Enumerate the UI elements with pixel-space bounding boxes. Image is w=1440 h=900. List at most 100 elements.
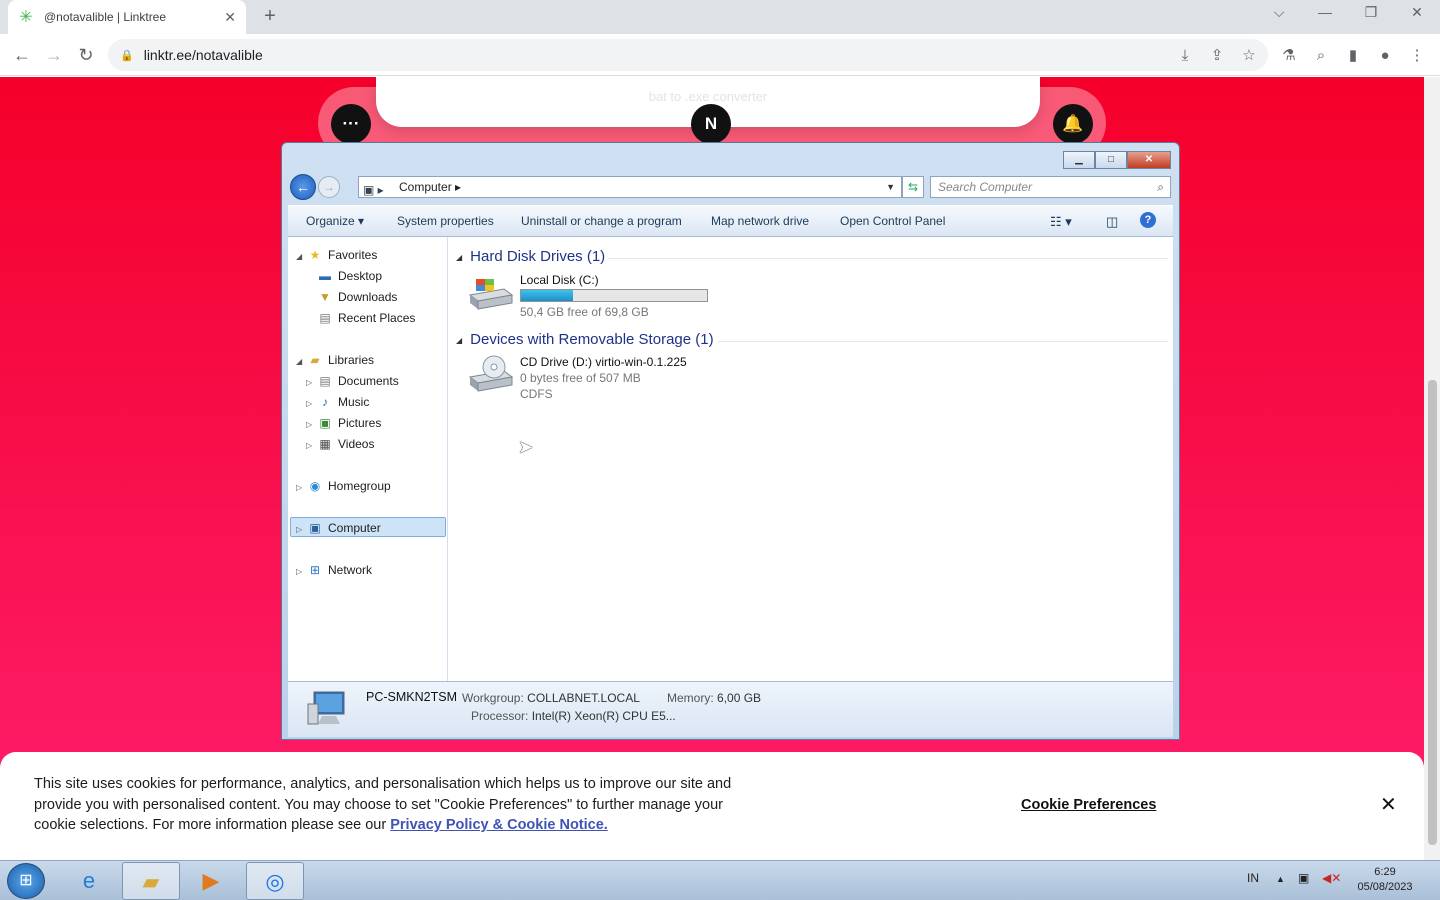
videos-icon: ▦: [319, 437, 331, 451]
change-view-icon[interactable]: ☷ ▾: [1050, 214, 1072, 230]
minimize-window-icon[interactable]: —: [1310, 4, 1340, 20]
breadcrumb-computer[interactable]: Computer: [399, 180, 452, 194]
desktop-icon: ▬: [319, 269, 331, 283]
system-clock[interactable]: 6:29 05/08/2023: [1350, 865, 1420, 895]
side-panel-icon[interactable]: ▮: [1342, 45, 1364, 67]
drive-c-free-space: 50,4 GB free of 69,8 GB: [520, 305, 649, 319]
uninstall-program-button[interactable]: Uninstall or change a program: [521, 214, 682, 228]
downloads-folder-icon: ▼: [319, 290, 331, 304]
details-pane: PC-SMKN2TSM Workgroup: COLLABNET.LOCAL M…: [288, 681, 1173, 737]
nav-pictures[interactable]: ▷ ▣ Pictures: [306, 413, 381, 433]
back-arrow-icon[interactable]: ←: [10, 43, 34, 67]
new-tab-button[interactable]: +: [258, 4, 282, 28]
mouse-pointer-icon: ➤: [518, 437, 534, 457]
nav-videos[interactable]: ▷ ▦ Videos: [306, 434, 374, 454]
bookmark-star-icon[interactable]: ☆: [1238, 45, 1260, 67]
computer-name: PC-SMKN2TSM: [366, 690, 457, 704]
cookie-close-icon[interactable]: ✕: [1380, 792, 1397, 817]
address-bar[interactable]: 🔒 linktr.ee/notavalible: [108, 39, 1268, 71]
nav-favorites[interactable]: ◢ ★ Favorites: [296, 245, 377, 265]
group-divider: [718, 341, 1168, 342]
privacy-policy-link[interactable]: Privacy Policy & Cookie Notice.: [390, 817, 608, 833]
reload-icon[interactable]: ↻: [74, 43, 98, 67]
map-network-drive-button[interactable]: Map network drive: [711, 214, 809, 228]
nav-desktop[interactable]: ▬ Desktop: [316, 266, 382, 286]
computer-icon: ▣: [309, 521, 321, 535]
forward-icon[interactable]: →: [318, 176, 340, 198]
chrome-icon[interactable]: ◎: [246, 862, 304, 900]
breadcrumb-chevron-icon[interactable]: ▸: [455, 180, 461, 194]
nav-homegroup[interactable]: ▷ ◉ Homegroup: [296, 476, 391, 496]
explorer-window: ▁ □ ✕ ← → ▣ ▸ Computer ▸ ▼ ⇆ Search Comp…: [281, 142, 1180, 740]
address-dropdown-icon[interactable]: ▼: [886, 177, 895, 197]
cookie-preferences-link[interactable]: Cookie Preferences: [1021, 797, 1156, 813]
minimize-icon[interactable]: ▁: [1063, 151, 1095, 169]
cookie-banner: This site uses cookies for performance, …: [0, 752, 1424, 860]
close-window-icon[interactable]: ✕: [1402, 4, 1432, 21]
nav-documents[interactable]: ▷ ▤ Documents: [306, 371, 399, 391]
maximize-icon[interactable]: □: [1095, 151, 1127, 169]
group-removable-storage[interactable]: ◢ Devices with Removable Storage (1): [456, 331, 714, 348]
network-tray-icon[interactable]: ▣: [1298, 871, 1309, 885]
local-disk-c[interactable]: Local Disk (C:) 50,4 GB free of 69,8 GB: [466, 273, 726, 319]
search-icon: ⌕: [1157, 180, 1164, 194]
explorer-address-bar[interactable]: ▣ ▸ Computer ▸ ▼: [358, 176, 902, 198]
help-icon[interactable]: ?: [1140, 212, 1156, 228]
browser-tab[interactable]: ✳ @notavalible | Linktree ✕: [8, 0, 246, 34]
system-properties-button[interactable]: System properties: [397, 214, 494, 228]
drive-d-filesystem: CDFS: [520, 387, 553, 401]
restore-window-icon[interactable]: ❐: [1356, 4, 1386, 21]
cd-drive-d[interactable]: CD Drive (D:) virtio-win-0.1.225 0 bytes…: [466, 355, 726, 405]
internet-explorer-icon[interactable]: e: [60, 862, 118, 900]
tab-close-icon[interactable]: ✕: [224, 9, 236, 26]
computer-small-icon: ▣ ▸: [363, 183, 384, 197]
explorer-search-input[interactable]: Search Computer ⌕: [930, 176, 1171, 198]
language-indicator[interactable]: IN: [1247, 871, 1259, 885]
nav-downloads[interactable]: ▼ Downloads: [316, 287, 397, 307]
media-player-icon[interactable]: ▶: [182, 862, 240, 900]
nav-music[interactable]: ▷ ♪ Music: [306, 392, 369, 412]
star-icon: ★: [309, 248, 321, 262]
drive-d-free-space: 0 bytes free of 507 MB: [520, 371, 641, 385]
labs-flask-icon[interactable]: ⚗: [1278, 45, 1300, 67]
nav-recent-places[interactable]: ▤ Recent Places: [316, 308, 415, 328]
more-options-button[interactable]: ···: [331, 104, 371, 144]
share-icon[interactable]: ⇪: [1206, 45, 1228, 67]
workgroup-info: Workgroup: COLLABNET.LOCAL: [462, 691, 640, 705]
address-row: ← → ▣ ▸ Computer ▸ ▼ ⇆ Search Computer ⌕: [290, 174, 1171, 200]
group-hard-disk-drives[interactable]: ◢ Hard Disk Drives (1): [456, 248, 605, 265]
url-text: linktr.ee/notavalible: [143, 47, 263, 63]
browser-menu-icon[interactable]: ⋮: [1406, 45, 1428, 67]
scrollbar-thumb[interactable]: [1428, 380, 1437, 845]
show-hidden-icons-icon[interactable]: ▲: [1276, 874, 1285, 884]
notification-bell-icon[interactable]: 🔔: [1053, 104, 1093, 144]
zoom-search-icon[interactable]: ⌕: [1310, 45, 1332, 67]
profile-avatar-icon[interactable]: ●: [1374, 45, 1396, 67]
open-control-panel-button[interactable]: Open Control Panel: [840, 214, 945, 228]
refresh-icon[interactable]: ⇆: [902, 176, 924, 198]
browser-toolbar: ← → ↻ 🔒 linktr.ee/notavalible ⤓ ⇪ ☆ ⚗ ⌕ …: [0, 34, 1440, 76]
volume-muted-icon[interactable]: ◀✕: [1322, 871, 1341, 885]
cd-drive-icon: [468, 355, 514, 392]
nav-computer[interactable]: ▷ ▣ Computer: [290, 517, 446, 537]
processor-info: Processor: Intel(R) Xeon(R) CPU E5...: [471, 709, 676, 723]
profile-avatar[interactable]: N: [691, 104, 731, 144]
back-icon[interactable]: ←: [290, 174, 316, 200]
nav-network[interactable]: ▷ ⊞ Network: [296, 560, 372, 580]
preview-pane-icon[interactable]: ◫: [1106, 214, 1118, 230]
collapse-arrow-icon: ◢: [456, 335, 463, 345]
organize-button[interactable]: Organize ▾: [306, 214, 364, 228]
start-button-windows-icon[interactable]: ⊞: [7, 863, 45, 899]
computer-large-icon: [307, 691, 345, 725]
documents-icon: ▤: [319, 374, 331, 388]
recent-places-icon: ▤: [319, 311, 331, 325]
file-explorer-icon[interactable]: ▰: [122, 862, 180, 900]
tab-search-chevron-icon[interactable]: ⌵: [1264, 4, 1294, 21]
memory-info: Memory: 6,00 GB: [667, 691, 762, 705]
nav-libraries[interactable]: ◢ ▰ Libraries: [296, 350, 374, 370]
forward-arrow-icon[interactable]: →: [42, 43, 66, 67]
install-app-icon[interactable]: ⤓: [1174, 45, 1196, 67]
command-bar: Organize ▾ System properties Uninstall o…: [288, 205, 1173, 237]
linktree-favicon-icon: ✳: [19, 9, 33, 26]
close-icon[interactable]: ✕: [1127, 151, 1171, 169]
